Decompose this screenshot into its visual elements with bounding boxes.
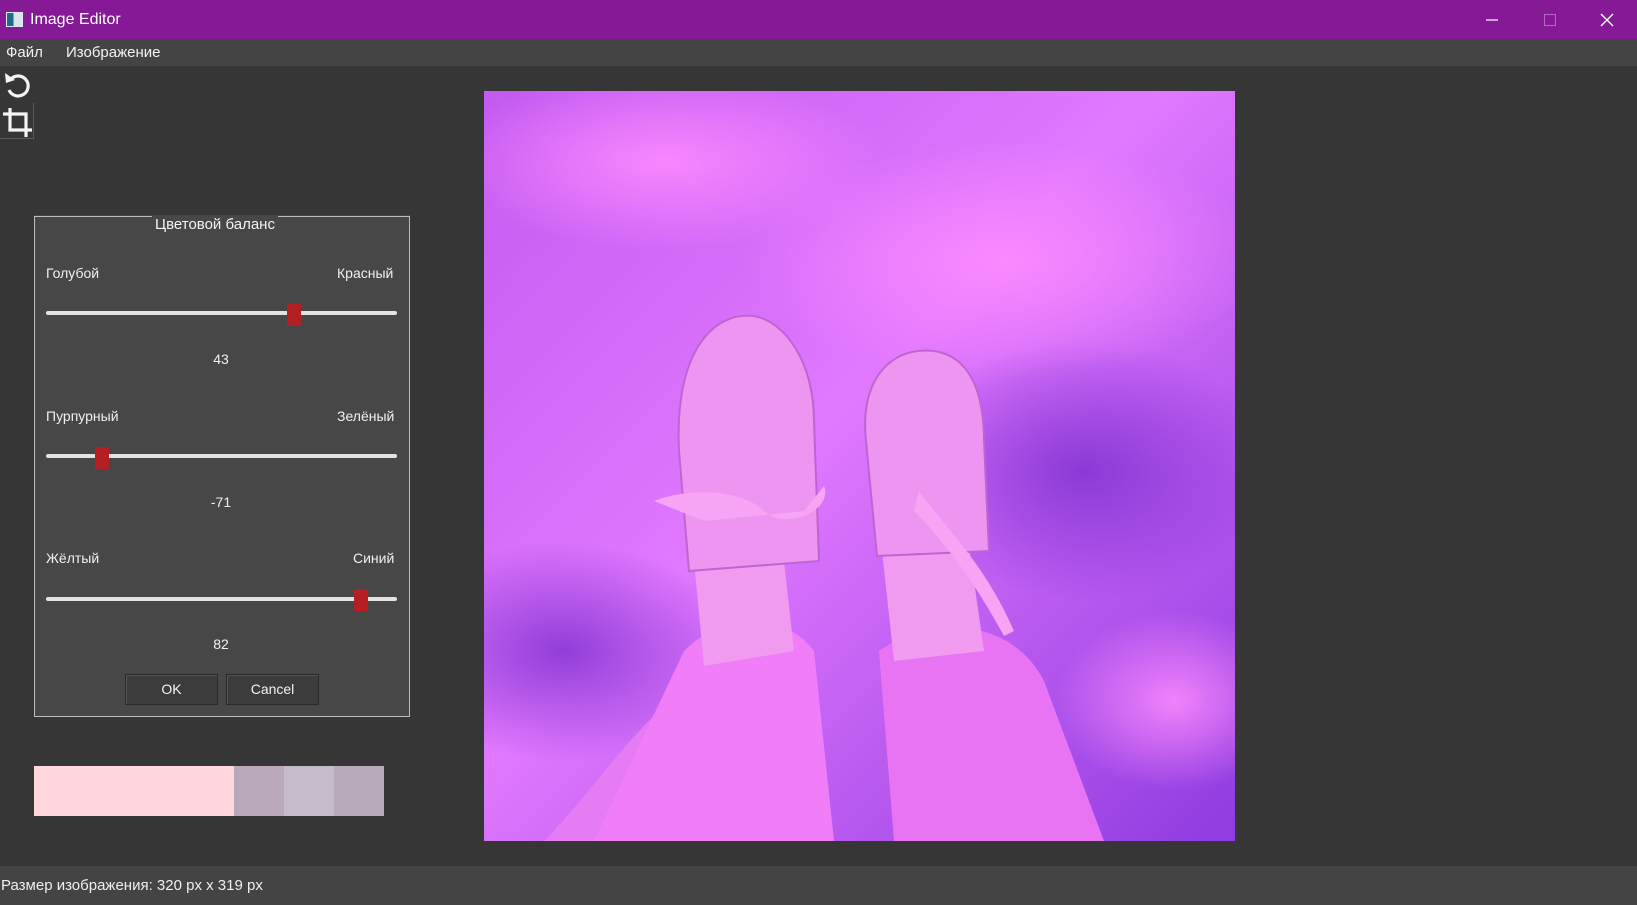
magenta-green-slider-thumb[interactable] — [95, 447, 109, 469]
minimize-icon — [1486, 19, 1498, 21]
close-icon — [1600, 13, 1614, 27]
palette-swatch — [84, 766, 134, 816]
palette-swatch — [34, 766, 84, 816]
menu-bar: Файл Изображение — [0, 39, 1637, 66]
title-bar[interactable]: Image Editor — [0, 0, 1637, 39]
crop-tool-button[interactable] — [0, 103, 34, 139]
slider3-right-label: Синий — [353, 550, 395, 566]
cancel-button[interactable]: Cancel — [226, 674, 319, 705]
palette-swatch — [334, 766, 384, 816]
menu-file[interactable]: Файл — [6, 44, 43, 61]
cyan-red-slider-thumb[interactable] — [287, 304, 301, 326]
app-icon — [6, 12, 23, 27]
maximize-icon — [1544, 14, 1556, 26]
maximize-button[interactable] — [1522, 0, 1580, 39]
minimize-button[interactable] — [1464, 0, 1522, 39]
slider2-left-label: Пурпурный — [46, 408, 119, 424]
palette-swatch — [184, 766, 234, 816]
menu-image[interactable]: Изображение — [66, 44, 161, 61]
cyan-red-slider-track[interactable] — [46, 311, 397, 315]
palette-swatch — [134, 766, 184, 816]
rotate-icon — [5, 73, 30, 98]
magenta-green-value: -71 — [210, 494, 232, 510]
cyan-red-value: 43 — [213, 351, 229, 367]
image-canvas[interactable] — [484, 91, 1235, 841]
slider1-right-label: Красный — [337, 265, 394, 281]
yellow-blue-slider-track[interactable] — [46, 597, 397, 601]
color-palette — [34, 766, 385, 816]
window-title: Image Editor — [30, 11, 121, 28]
rotate-tool-button[interactable] — [0, 66, 34, 102]
palette-swatch — [284, 766, 334, 816]
slider2-right-label: Зелёный — [337, 408, 395, 424]
yellow-blue-slider-thumb[interactable] — [354, 589, 368, 611]
crop-icon — [3, 108, 32, 137]
color-balance-title: Цветовой баланс — [152, 216, 278, 233]
slider3-left-label: Жёлтый — [46, 550, 100, 566]
slider1-left-label: Голубой — [46, 265, 100, 281]
ok-button[interactable]: OK — [125, 674, 218, 705]
close-button[interactable] — [1579, 0, 1637, 39]
image-size-status: Размер изображения: 320 px x 319 px — [1, 877, 263, 894]
palette-swatch — [234, 766, 284, 816]
status-bar: Размер изображения: 320 px x 319 px — [0, 866, 1637, 905]
yellow-blue-value: 82 — [213, 636, 229, 652]
image-editor-window: Image Editor Файл Изображение Цветовой б… — [0, 0, 1637, 905]
edited-photo — [484, 91, 1235, 841]
